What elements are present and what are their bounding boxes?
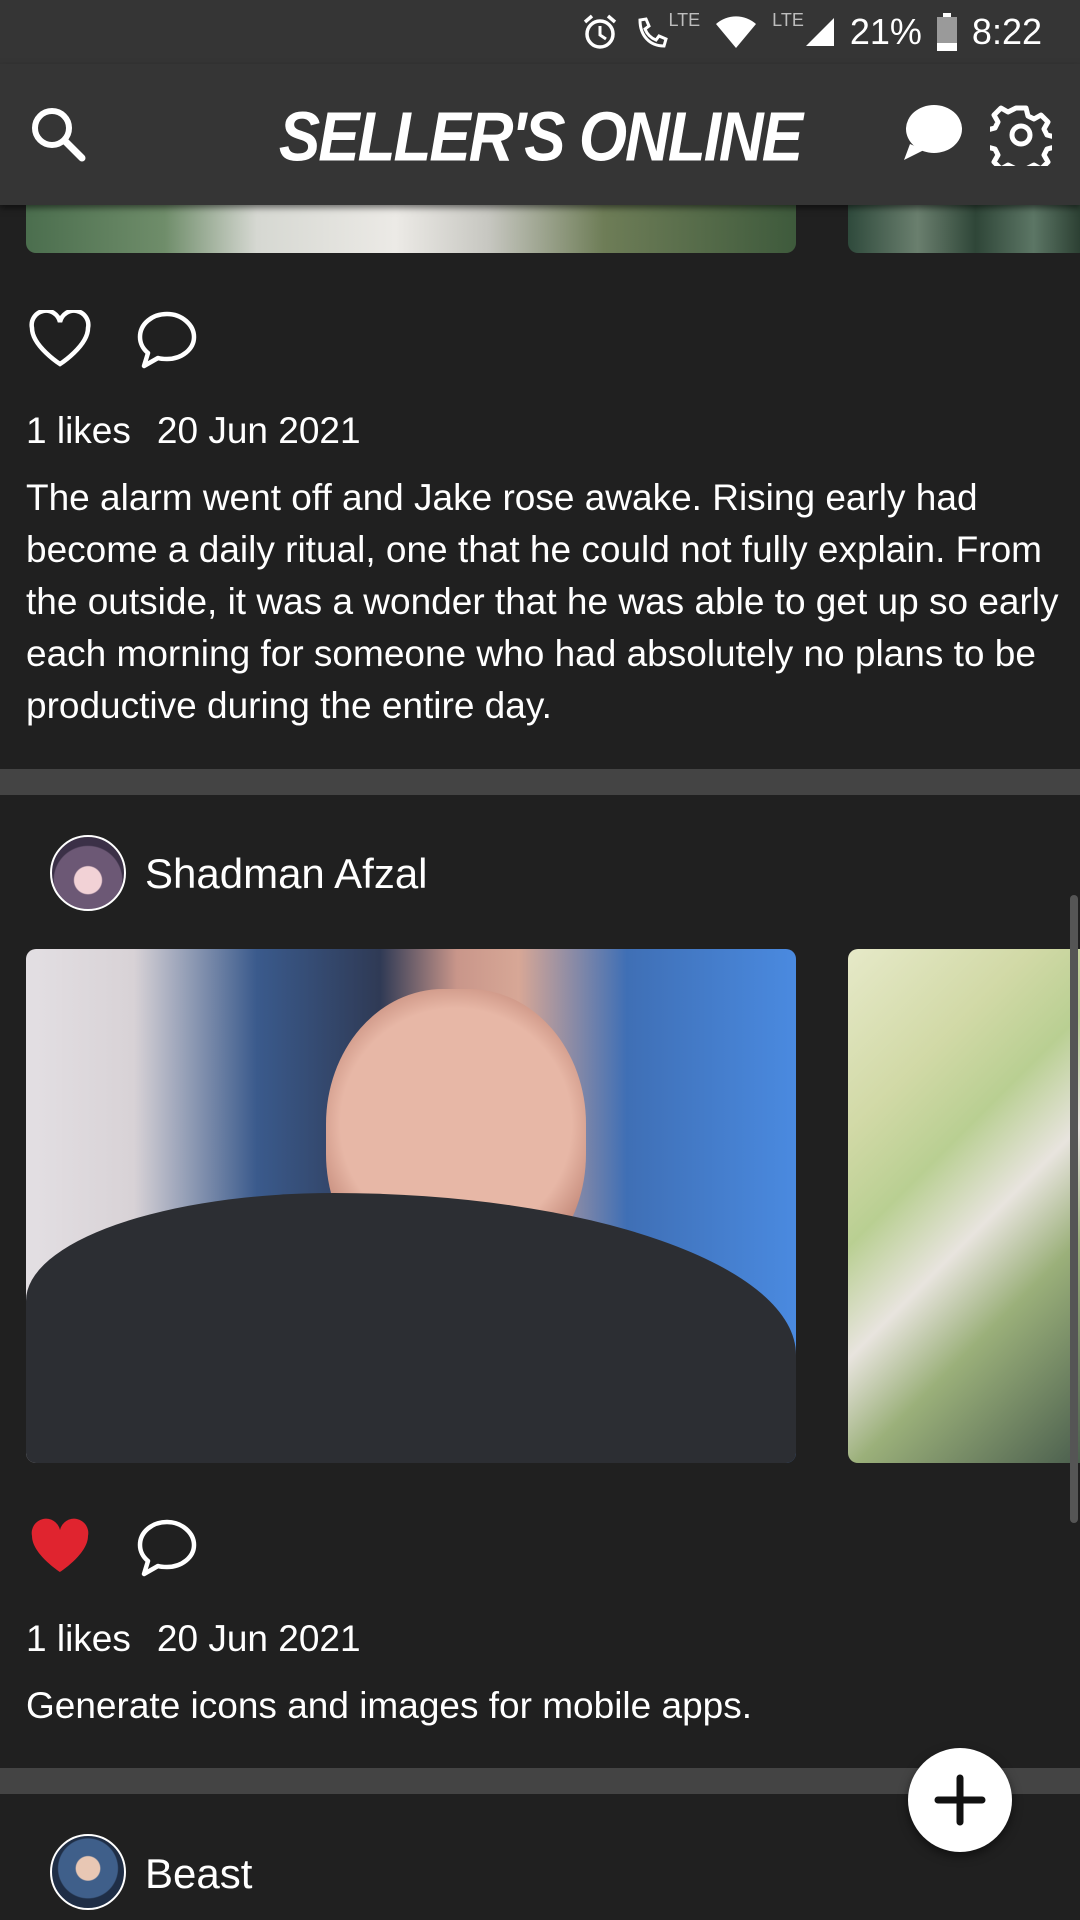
post-author[interactable]: Shadman Afzal xyxy=(145,850,428,898)
post-caption: Generate icons and images for mobile app… xyxy=(26,1685,753,1726)
call-lte-icon: LTE xyxy=(634,9,701,52)
messages-button[interactable] xyxy=(900,102,964,167)
gear-icon xyxy=(984,105,1058,179)
likes-count: 1 likes xyxy=(26,1618,131,1659)
alarm-icon xyxy=(580,12,620,52)
comment-button[interactable] xyxy=(136,310,198,375)
battery-percent: 21% xyxy=(849,11,922,52)
post-image-1-next[interactable] xyxy=(848,205,1080,253)
post-image-2-next[interactable] xyxy=(848,949,1080,1463)
post-author[interactable]: Beast xyxy=(145,1850,252,1898)
post-image-2[interactable] xyxy=(26,949,796,1463)
battery-icon xyxy=(936,12,958,52)
post-date: 20 Jun 2021 xyxy=(156,410,361,451)
likes-count: 1 likes xyxy=(26,410,131,451)
post-meta: 1 likes 20 Jun 2021 xyxy=(26,410,361,452)
plus-icon xyxy=(934,1774,986,1826)
chat-bubble-icon xyxy=(904,105,962,160)
like-button[interactable] xyxy=(28,308,92,373)
post-image-1[interactable] xyxy=(26,205,796,253)
status-bar: LTE LTE 21% 8:22 xyxy=(0,0,1080,64)
wifi-icon xyxy=(714,14,758,50)
comment-icon xyxy=(137,311,197,369)
app-bar: SELLER'S ONLINE xyxy=(0,64,1080,205)
post-divider xyxy=(0,769,1080,795)
comment-icon xyxy=(137,1519,197,1577)
like-button[interactable] xyxy=(28,1518,92,1581)
post-date: 20 Jun 2021 xyxy=(156,1618,361,1659)
heart-outline-icon xyxy=(29,308,91,367)
lte-label: LTE xyxy=(668,9,701,30)
settings-button[interactable] xyxy=(984,104,1058,179)
signal-icon: LTE xyxy=(772,10,836,48)
comment-button[interactable] xyxy=(136,1518,198,1583)
heart-filled-icon xyxy=(31,1518,89,1572)
clock-time: 8:22 xyxy=(971,11,1042,52)
post-caption: The alarm went off and Jake rose awake. … xyxy=(26,477,1059,726)
avatar[interactable] xyxy=(50,1834,126,1910)
scrollbar[interactable] xyxy=(1070,895,1078,1523)
post-meta: 1 likes 20 Jun 2021 xyxy=(26,1618,361,1660)
image-shirt xyxy=(26,1193,796,1463)
lte-secondary-label: LTE xyxy=(772,9,804,30)
avatar[interactable] xyxy=(50,835,126,911)
add-post-button[interactable] xyxy=(908,1748,1012,1852)
